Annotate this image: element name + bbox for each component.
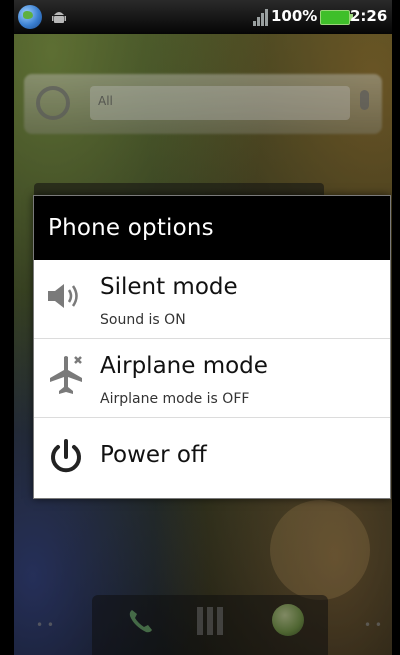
battery-icon xyxy=(320,10,353,25)
clock: 2:26 AM xyxy=(350,7,392,25)
android-icon xyxy=(52,12,66,23)
airplane-icon xyxy=(50,356,82,394)
status-bar: 100% 2:26 AM xyxy=(14,0,392,34)
option-title: Power off xyxy=(100,442,207,468)
option-title: Airplane mode xyxy=(100,353,268,379)
signal-icon xyxy=(252,8,270,26)
option-subtitle: Airplane mode is OFF xyxy=(100,391,250,407)
option-title: Silent mode xyxy=(100,274,238,300)
phone-screen: All • • • • 100% 2:26 AM Phone options xyxy=(14,0,392,655)
speaker-icon xyxy=(48,284,78,308)
power-icon xyxy=(51,439,81,473)
clock-time: 2:26 xyxy=(350,7,388,25)
option-silent-mode[interactable]: Silent mode Sound is ON xyxy=(34,260,390,339)
battery-percent: 100% xyxy=(271,7,318,25)
option-airplane-mode[interactable]: Airplane mode Airplane mode is OFF xyxy=(34,339,390,418)
dialog-title: Phone options xyxy=(34,196,390,260)
phone-options-dialog: Phone options Silent mode Sound is ON Ai… xyxy=(33,195,391,499)
globe-notification-icon xyxy=(18,5,42,29)
option-power-off[interactable]: Power off xyxy=(34,418,390,497)
option-subtitle: Sound is ON xyxy=(100,312,186,328)
